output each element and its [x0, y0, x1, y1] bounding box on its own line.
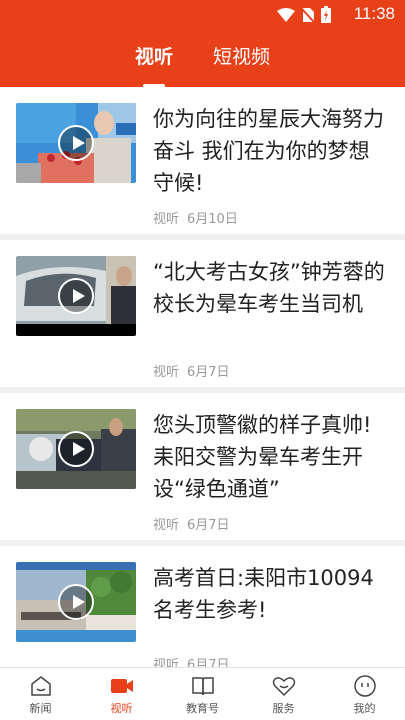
status-time: 11:38 — [353, 4, 395, 23]
card-date: 6月7日 — [187, 365, 230, 380]
video-thumbnail[interactable] — [16, 409, 136, 489]
card-meta: 视听 6月7日 — [153, 361, 230, 380]
tab-video[interactable]: 视听 — [135, 40, 173, 88]
card-meta: 视听 6月10日 — [153, 208, 238, 227]
heart-service-icon — [272, 677, 295, 697]
card-date: 6月7日 — [187, 518, 230, 533]
app-header: 11:38 视听 短视频 — [0, 0, 405, 88]
news-home-icon — [30, 676, 51, 696]
video-thumbnail[interactable] — [16, 562, 136, 642]
card-date: 6月10日 — [187, 212, 238, 227]
nav-news[interactable]: 新闻 — [0, 668, 81, 720]
card-title: 您头顶警徽的样子真帅!耒阳交警为晕车考生开设“绿色通道” — [153, 413, 372, 501]
nav-service[interactable]: 服务 — [243, 668, 324, 720]
battery-charging-icon — [321, 6, 331, 23]
no-sim-icon — [301, 7, 315, 23]
nav-mine[interactable]: 我的 — [324, 668, 405, 720]
card-title: 你为向往的星辰大海努力奋斗 我们在为你的梦想守候! — [153, 107, 384, 195]
nav-edu[interactable]: 教育号 — [162, 668, 243, 720]
play-icon — [58, 431, 94, 467]
play-icon — [58, 125, 94, 161]
top-tabs: 视听 短视频 — [0, 40, 405, 88]
feed-card[interactable]: 你为向往的星辰大海努力奋斗 我们在为你的梦想守候! 视听 6月10日 — [0, 87, 405, 234]
card-meta: 视听 6月7日 — [153, 514, 230, 533]
tab-short-video[interactable]: 短视频 — [213, 40, 270, 80]
profile-face-icon — [353, 675, 376, 697]
feed-card[interactable]: 您头顶警徽的样子真帅!耒阳交警为晕车考生开设“绿色通道” 视听 6月7日 — [0, 393, 405, 540]
card-title: “北大考古女孩”钟芳蓉的校长为晕车考生当司机 — [153, 260, 385, 316]
feed-card[interactable]: 高考首日:耒阳市10094名考生参考! 视听 6月7日 — [0, 546, 405, 667]
status-bar: 11:38 — [0, 0, 405, 30]
nav-label: 教育号 — [186, 702, 219, 715]
card-meta: 视听 6月7日 — [153, 654, 230, 667]
card-source: 视听 — [153, 658, 180, 667]
status-icons — [277, 6, 331, 23]
play-icon — [58, 584, 94, 620]
nav-label: 视听 — [110, 702, 133, 715]
video-thumbnail[interactable] — [16, 103, 136, 183]
play-icon — [58, 278, 94, 314]
nav-label: 我的 — [353, 702, 376, 715]
feed-card[interactable]: “北大考古女孩”钟芳蓉的校长为晕车考生当司机 视听 6月7日 — [0, 240, 405, 387]
card-title: 高考首日:耒阳市10094名考生参考! — [153, 566, 374, 622]
bottom-nav: 新闻 视听 教育号 服务 我的 — [0, 667, 405, 720]
book-icon — [191, 677, 214, 696]
card-date: 6月7日 — [187, 658, 230, 667]
nav-video[interactable]: 视听 — [81, 668, 162, 720]
nav-label: 服务 — [272, 702, 295, 715]
video-feed: 你为向往的星辰大海努力奋斗 我们在为你的梦想守候! 视听 6月10日 “北大考古女… — [0, 87, 405, 667]
card-source: 视听 — [153, 365, 180, 380]
video-camera-icon — [110, 679, 133, 693]
nav-label: 新闻 — [29, 702, 52, 715]
card-source: 视听 — [153, 518, 180, 533]
video-thumbnail[interactable] — [16, 256, 136, 336]
wifi-icon — [277, 7, 295, 22]
card-source: 视听 — [153, 212, 180, 227]
